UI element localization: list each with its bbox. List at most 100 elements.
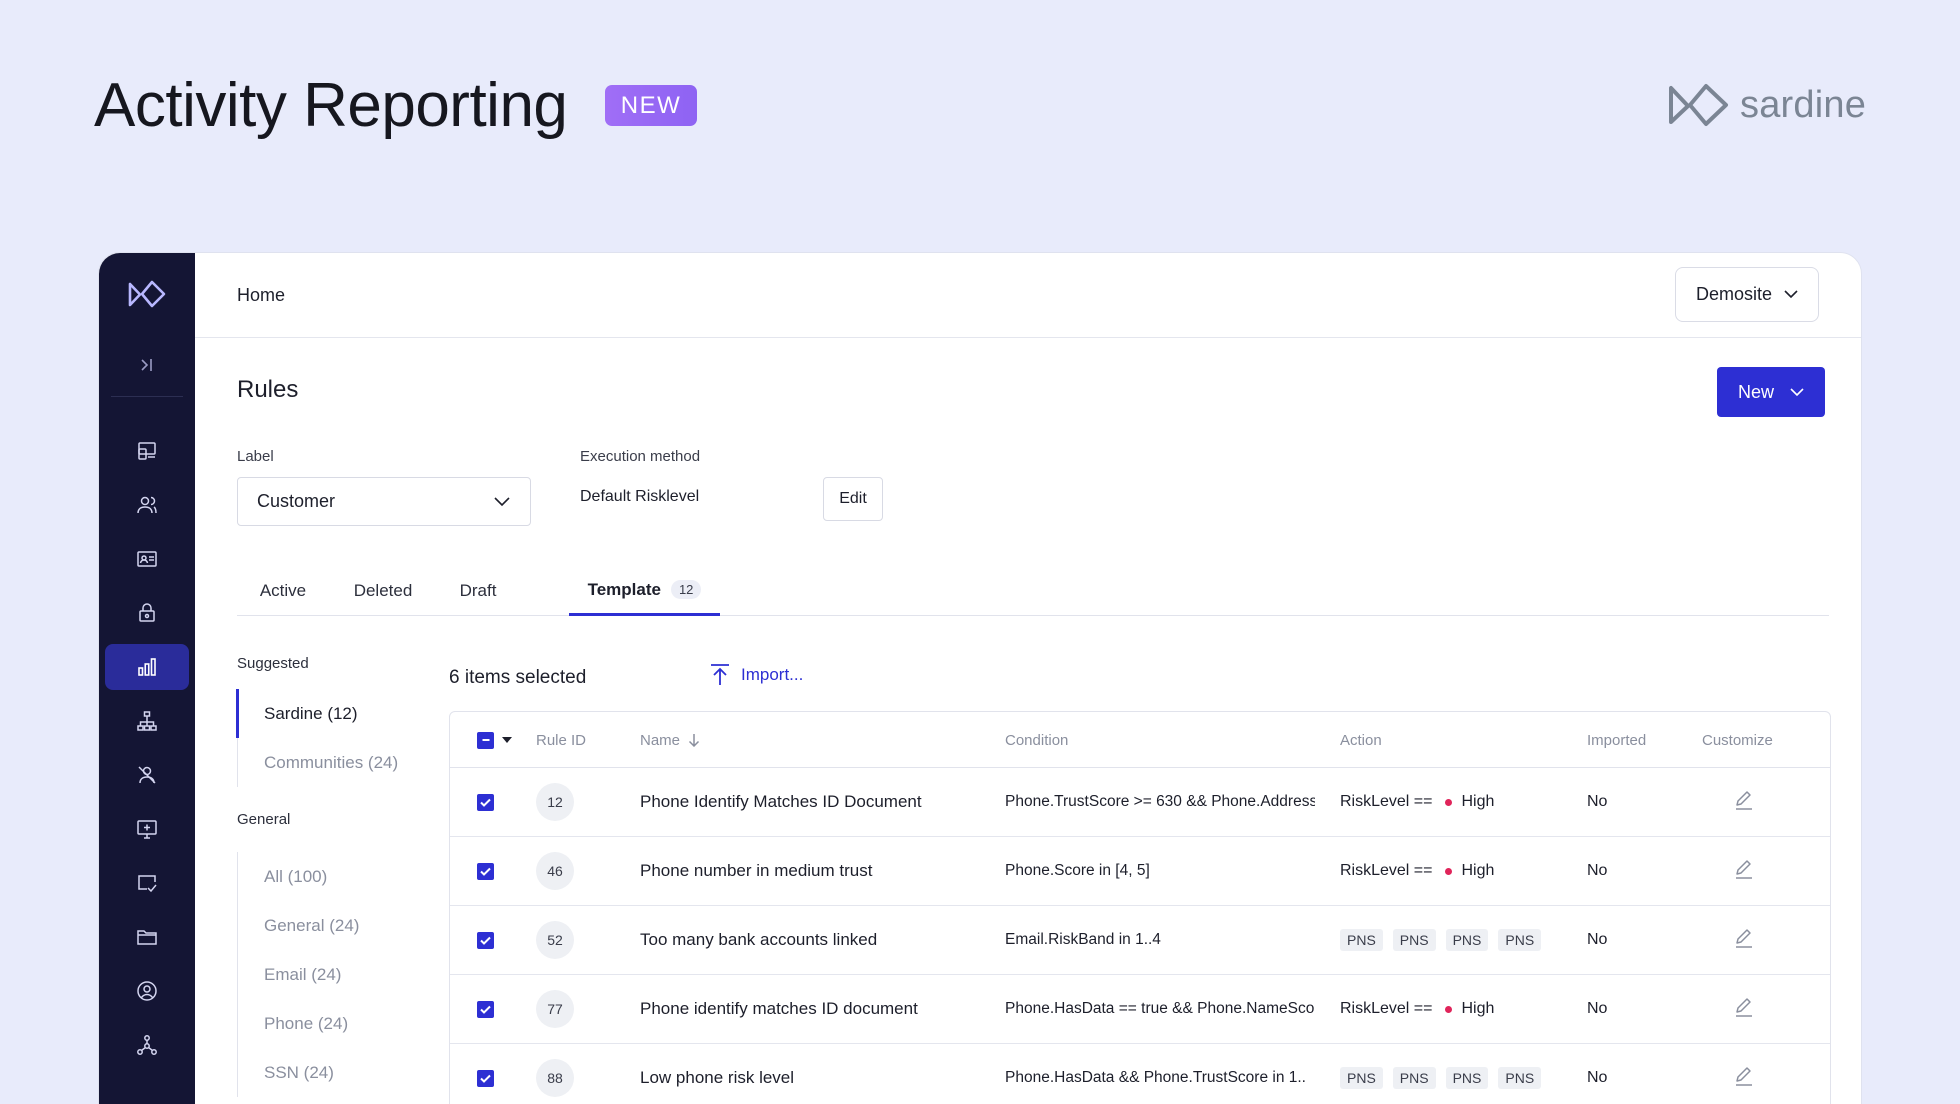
header-rule-id[interactable]: Rule ID bbox=[536, 712, 586, 768]
check-icon bbox=[480, 867, 491, 876]
sidebar-item-identity[interactable] bbox=[105, 536, 189, 582]
sidebar-item-reports[interactable] bbox=[105, 644, 189, 690]
table-row[interactable]: 52 Too many bank accounts linked Email.Ris… bbox=[450, 906, 1830, 975]
label-select[interactable]: Customer bbox=[237, 477, 531, 526]
tab-deleted[interactable]: Deleted bbox=[329, 566, 437, 616]
filter-ssn[interactable]: SSN (24) bbox=[238, 1048, 359, 1097]
brand-name: sardine bbox=[1740, 83, 1867, 126]
rules-tabs: Active Deleted Draft Template 12 bbox=[237, 566, 1829, 616]
sidebar-item-hierarchy[interactable] bbox=[105, 698, 189, 744]
check-icon bbox=[480, 798, 491, 807]
rule-name[interactable]: Phone Identify Matches ID Document bbox=[640, 792, 922, 812]
account-circle-icon bbox=[137, 981, 157, 1001]
tab-template[interactable]: Template 12 bbox=[569, 566, 720, 616]
sidebar-item-network[interactable] bbox=[105, 1022, 189, 1068]
rule-imported: No bbox=[1587, 862, 1608, 879]
table-row[interactable]: 46 Phone number in medium trust Phone.Scor… bbox=[450, 837, 1830, 906]
sidebar-logo[interactable] bbox=[99, 269, 195, 319]
import-label: Import... bbox=[741, 665, 804, 684]
action-level: High bbox=[1461, 793, 1495, 810]
customize-button[interactable] bbox=[1733, 996, 1755, 1023]
new-badge: NEW bbox=[605, 85, 697, 126]
tab-template-label: Template bbox=[587, 579, 661, 599]
sidebar-item-dashboard[interactable] bbox=[105, 428, 189, 474]
lock-icon bbox=[139, 603, 155, 622]
row-checkbox[interactable] bbox=[477, 1069, 494, 1087]
row-checkbox[interactable] bbox=[477, 931, 494, 949]
filter-phone[interactable]: Phone (24) bbox=[238, 999, 359, 1048]
selection-count: 6 items selected bbox=[449, 667, 587, 688]
sidebar-item-users[interactable] bbox=[105, 482, 189, 528]
rule-id: 52 bbox=[536, 921, 574, 959]
customize-button[interactable] bbox=[1733, 789, 1755, 816]
row-checkbox[interactable] bbox=[477, 1000, 494, 1018]
header-name[interactable]: Name bbox=[640, 712, 700, 768]
brand-logo: sardine bbox=[1668, 80, 1866, 130]
action-tag: PNS bbox=[1498, 1067, 1542, 1089]
rules-table: Rule ID Name Condition Action Imported C… bbox=[449, 711, 1831, 1104]
rule-name[interactable]: Phone identify matches ID document bbox=[640, 999, 918, 1019]
header-imported[interactable]: Imported bbox=[1587, 712, 1646, 768]
general-filter-list: All (100) General (24) Email (24) Phone … bbox=[237, 852, 359, 1097]
tab-active[interactable]: Active bbox=[237, 566, 329, 616]
risk-high-dot bbox=[1444, 1005, 1452, 1013]
action-text: RiskLevel == bbox=[1340, 862, 1433, 879]
sidebar-divider bbox=[111, 396, 183, 397]
bar-chart-icon bbox=[138, 658, 156, 676]
chevron-down-icon bbox=[1790, 387, 1804, 396]
customize-button[interactable] bbox=[1733, 927, 1755, 954]
sardine-mark-icon bbox=[128, 280, 166, 308]
header-action[interactable]: Action bbox=[1340, 712, 1382, 768]
suggested-group-label: Suggested bbox=[237, 655, 309, 672]
breadcrumb-home[interactable]: Home bbox=[237, 285, 285, 306]
label-caption: Label bbox=[237, 448, 274, 465]
table-row[interactable]: 88 Low phone risk level Phone.HasData && P… bbox=[450, 1044, 1830, 1104]
table-row[interactable]: 77 Phone identify matches ID document Pho… bbox=[450, 975, 1830, 1044]
customize-button[interactable] bbox=[1733, 858, 1755, 885]
user-off-icon bbox=[138, 766, 156, 784]
select-all-control[interactable] bbox=[477, 712, 512, 768]
rule-condition: Phone.HasData && Phone.TrustScore in 1.. bbox=[1005, 1069, 1306, 1086]
header-customize: Customize bbox=[1702, 731, 1773, 749]
rule-name[interactable]: Too many bank accounts linked bbox=[640, 930, 877, 950]
label-select-value: Customer bbox=[257, 491, 336, 511]
filter-sardine[interactable]: Sardine (12) bbox=[235, 689, 398, 738]
pencil-icon bbox=[1736, 928, 1752, 948]
rule-condition: Phone.Score in [4, 5] bbox=[1005, 862, 1150, 879]
action-tag: PNS bbox=[1392, 1067, 1436, 1089]
header-condition[interactable]: Condition bbox=[1005, 712, 1068, 768]
filter-all[interactable]: All (100) bbox=[238, 852, 359, 901]
filter-email[interactable]: Email (24) bbox=[238, 950, 359, 999]
site-selector[interactable]: Demosite bbox=[1675, 267, 1819, 322]
expand-icon bbox=[141, 359, 152, 371]
filter-communities[interactable]: Communities (24) bbox=[238, 738, 398, 787]
sidebar-item-blocklist[interactable] bbox=[105, 752, 189, 798]
chevron-down-icon bbox=[494, 496, 510, 506]
rule-id: 88 bbox=[536, 1059, 574, 1097]
tab-template-count: 12 bbox=[670, 580, 702, 599]
sidebar-item-cases[interactable] bbox=[105, 914, 189, 960]
action-tag: PNS bbox=[1445, 1067, 1489, 1089]
select-all-checkbox[interactable] bbox=[477, 731, 494, 749]
tab-draft[interactable]: Draft bbox=[437, 566, 519, 616]
suggested-filter-list: Sardine (12) Communities (24) bbox=[235, 689, 398, 787]
rule-imported: No bbox=[1587, 1069, 1608, 1086]
rule-action: PNS PNS PNS PNS bbox=[1340, 1044, 1551, 1104]
rule-name[interactable]: Phone number in medium trust bbox=[640, 861, 872, 881]
sidebar-expand-button[interactable] bbox=[99, 341, 195, 389]
import-button[interactable]: Import... bbox=[709, 663, 803, 687]
rule-name[interactable]: Low phone risk level bbox=[640, 1068, 794, 1088]
row-checkbox[interactable] bbox=[477, 793, 494, 811]
new-button[interactable]: New bbox=[1717, 367, 1825, 417]
sidebar-item-security[interactable] bbox=[105, 590, 189, 636]
rule-imported: No bbox=[1587, 931, 1608, 948]
sidebar-item-account[interactable] bbox=[105, 968, 189, 1014]
row-checkbox[interactable] bbox=[477, 862, 494, 880]
edit-execution-button[interactable]: Edit bbox=[823, 477, 883, 521]
filter-general[interactable]: General (24) bbox=[238, 901, 359, 950]
customize-button[interactable] bbox=[1733, 1065, 1755, 1092]
caret-down-icon bbox=[502, 737, 512, 743]
sidebar-item-reviews[interactable] bbox=[105, 860, 189, 906]
table-row[interactable]: 12 Phone Identify Matches ID Document Phon… bbox=[450, 768, 1830, 837]
sidebar-item-devices[interactable] bbox=[105, 806, 189, 852]
